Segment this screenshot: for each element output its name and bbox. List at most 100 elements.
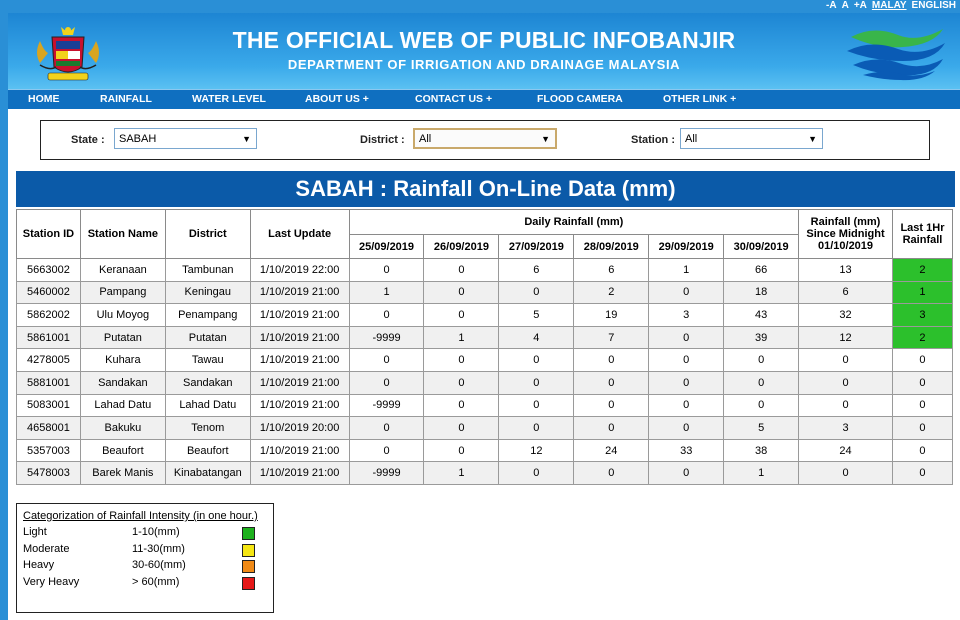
rainfall-table: Station ID Station Name District Last Up…: [16, 209, 954, 485]
since-midnight-cell: 0: [798, 461, 893, 485]
daily-rainfall-cell: 0: [348, 348, 425, 372]
daily-rainfall-cell: 1: [348, 280, 425, 305]
last-update-cell: 1/10/2019 21:00: [249, 461, 350, 485]
font-increase-link[interactable]: +A: [854, 0, 867, 12]
daily-rainfall-cell: 19: [573, 303, 650, 327]
lang-english-link[interactable]: ENGLISH: [912, 0, 956, 12]
daily-rainfall-cell: 43: [723, 303, 800, 327]
table-row: 4278005 Kuhara Tawau 1/10/2019 21:00 0 0 0 0 0 0 0…: [16, 348, 954, 372]
since-midnight-cell: 24: [798, 438, 893, 463]
table-row: 5663002 Keranaan Tambunan 1/10/2019 22:00 0 0…: [16, 258, 954, 282]
station-name-cell: Beaufort: [79, 438, 166, 463]
station-id-cell: 5478003: [16, 461, 81, 485]
district-select-value: All: [419, 133, 432, 145]
nav-flood-camera[interactable]: FLOOD CAMERA: [537, 90, 623, 109]
nav-other-link[interactable]: OTHER LINK +: [663, 90, 736, 109]
dropdown-arrow-icon: ▼: [808, 134, 817, 144]
daily-rainfall-cell: 12: [498, 438, 575, 463]
daily-rainfall-cell: 0: [573, 393, 650, 418]
legend-row: Moderate 11-30(mm): [23, 543, 263, 559]
last-update-cell: 1/10/2019 21:00: [249, 370, 350, 395]
page-title-banner: SABAH : Rainfall On-Line Data (mm): [16, 171, 955, 207]
table-row: 5881001 Sandakan Sandakan 1/10/2019 21:00 0 0…: [16, 370, 954, 395]
since-midnight-cell: 0: [798, 370, 893, 395]
district-cell: Tenom: [164, 416, 251, 440]
last-update-cell: 1/10/2019 21:00: [249, 348, 350, 372]
district-cell: Lahad Datu: [164, 393, 251, 418]
daily-rainfall-cell: 7: [573, 325, 650, 350]
last-update-cell: 1/10/2019 21:00: [249, 438, 350, 463]
daily-rainfall-cell: -9999: [348, 393, 425, 418]
station-id-cell: 5460002: [16, 280, 81, 305]
table-row: 5861001 Putatan Putatan 1/10/2019 21:00 -999…: [16, 325, 954, 350]
since-midnight-cell: 3: [798, 416, 893, 440]
table-row: 5083001 Lahad Datu Lahad Datu 1/10/2019 21:…: [16, 393, 954, 418]
daily-rainfall-cell: 0: [498, 348, 575, 372]
filter-panel: State : SABAH ▼ District : All ▼ Station…: [40, 120, 930, 160]
nav-rainfall[interactable]: RAINFALL: [100, 90, 152, 109]
lang-malay-link[interactable]: MALAY: [872, 0, 907, 12]
last-update-cell: 1/10/2019 21:00: [249, 325, 350, 350]
station-name-cell: Pampang: [79, 280, 166, 305]
legend-color-swatch: [242, 560, 255, 573]
last-1hr-cell: 1: [891, 280, 954, 305]
header-date: 25/09/2019: [348, 234, 425, 259]
last-1hr-cell: 0: [891, 438, 954, 463]
last-1hr-cell: 0: [891, 416, 954, 440]
nav-water-level[interactable]: WATER LEVEL: [192, 90, 266, 109]
last-update-cell: 1/10/2019 21:00: [249, 393, 350, 418]
font-decrease-link[interactable]: -A: [826, 0, 837, 12]
daily-rainfall-cell: 0: [648, 325, 725, 350]
dropdown-arrow-icon: ▼: [242, 134, 251, 144]
daily-rainfall-cell: 5: [723, 416, 800, 440]
header-since-midnight: Rainfall (mm) Since Midnight 01/10/2019: [798, 209, 893, 259]
station-name-cell: Keranaan: [79, 258, 166, 282]
header-station-name: Station Name: [79, 209, 166, 259]
site-title: THE OFFICIAL WEB OF PUBLIC INFOBANJIR: [232, 27, 736, 53]
header-date: 30/09/2019: [723, 234, 800, 259]
main-navigation: HOME RAINFALL WATER LEVEL ABOUT US + CON…: [8, 89, 960, 109]
legend-row: Light 1-10(mm): [23, 526, 263, 542]
station-select-value: All: [685, 133, 698, 145]
nav-about-us[interactable]: ABOUT US +: [305, 90, 369, 109]
station-name-cell: Sandakan: [79, 370, 166, 395]
header-date: 29/09/2019: [648, 234, 725, 259]
daily-rainfall-cell: -9999: [348, 325, 425, 350]
daily-rainfall-cell: 0: [648, 348, 725, 372]
since-midnight-cell: 13: [798, 258, 893, 282]
station-id-cell: 4658001: [16, 416, 81, 440]
last-update-cell: 1/10/2019 20:00: [249, 416, 350, 440]
state-select[interactable]: SABAH ▼: [114, 128, 257, 149]
last-1hr-cell: 2: [891, 325, 954, 350]
station-select[interactable]: All ▼: [680, 128, 823, 149]
table-row: 4658001 Bakuku Tenom 1/10/2019 20:00 0 0 0 0 0 5 3…: [16, 416, 954, 440]
header-district: District: [164, 209, 251, 259]
state-label: State :: [71, 134, 105, 146]
daily-rainfall-cell: 0: [648, 280, 725, 305]
nav-home[interactable]: HOME: [28, 90, 60, 109]
daily-rainfall-cell: 0: [498, 393, 575, 418]
legend-category-range: 30-60(mm): [132, 559, 186, 571]
legend-category-name: Light: [23, 526, 47, 538]
state-select-value: SABAH: [119, 133, 157, 145]
legend-category-name: Moderate: [23, 542, 70, 555]
nav-contact-us[interactable]: CONTACT US +: [415, 90, 492, 109]
last-update-cell: 1/10/2019 21:00: [249, 280, 350, 305]
district-select[interactable]: All ▼: [413, 128, 557, 149]
daily-rainfall-cell: 0: [423, 303, 500, 327]
legend-color-swatch: [242, 527, 255, 540]
daily-rainfall-cell: 0: [723, 370, 800, 395]
font-normal-link[interactable]: A: [842, 0, 849, 12]
station-id-cell: 5083001: [16, 393, 81, 418]
legend-category-name: Heavy: [23, 559, 55, 571]
district-cell: Keningau: [164, 280, 251, 305]
daily-rainfall-cell: 0: [723, 393, 800, 418]
since-midnight-cell: 32: [798, 303, 893, 327]
site-subtitle: DEPARTMENT OF IRRIGATION AND DRAINAGE MA…: [287, 57, 681, 72]
legend-title: Categorization of Rainfall Intensity (in…: [23, 510, 258, 522]
daily-rainfall-cell: 1: [423, 325, 500, 350]
last-1hr-cell: 0: [891, 370, 954, 395]
daily-rainfall-cell: 0: [498, 416, 575, 440]
daily-rainfall-cell: 1: [723, 461, 800, 485]
daily-rainfall-cell: -9999: [348, 461, 425, 485]
